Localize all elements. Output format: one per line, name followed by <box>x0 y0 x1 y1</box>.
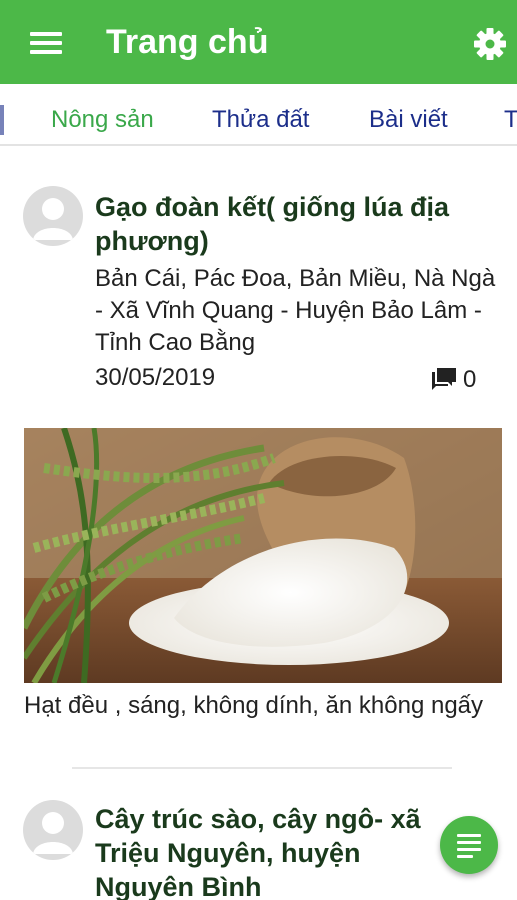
post-caption: Hạt đều , sáng, không dính, ăn không ngấ… <box>24 692 484 719</box>
comment-icon[interactable] <box>430 366 458 392</box>
tab-thua-dat[interactable]: Thửa đất <box>212 105 309 135</box>
avatar[interactable] <box>23 800 83 860</box>
list-icon[interactable] <box>440 816 498 874</box>
page-title: Trang chủ <box>106 23 269 61</box>
tab-bai-viet[interactable]: Bài viết <box>369 105 448 135</box>
tab-bar: Nông sản Thửa đất Bài viết T <box>0 84 517 146</box>
app-bar: Trang chủ <box>0 0 517 84</box>
gear-icon[interactable] <box>470 24 510 64</box>
divider <box>72 767 452 769</box>
avatar[interactable] <box>23 186 83 246</box>
post-date: 30/05/2019 <box>95 364 216 391</box>
post-image[interactable] <box>24 428 502 683</box>
tab-previous-edge[interactable] <box>0 105 4 135</box>
post-location: Bản Cái, Pác Đoa, Bản Miều, Nà Ngà - Xã … <box>95 265 496 356</box>
hamburger-menu-icon[interactable] <box>24 26 68 60</box>
tab-nong-san[interactable]: Nông sản <box>51 105 154 135</box>
comment-count: 0 <box>463 366 477 393</box>
post-title[interactable]: Cây trúc sào, cây ngô- xã Triệu Nguyên, … <box>95 802 445 900</box>
post-title[interactable]: Gạo đoàn kết( giống lúa địa phương) <box>95 190 495 258</box>
tab-next-partial[interactable]: T <box>504 105 517 135</box>
